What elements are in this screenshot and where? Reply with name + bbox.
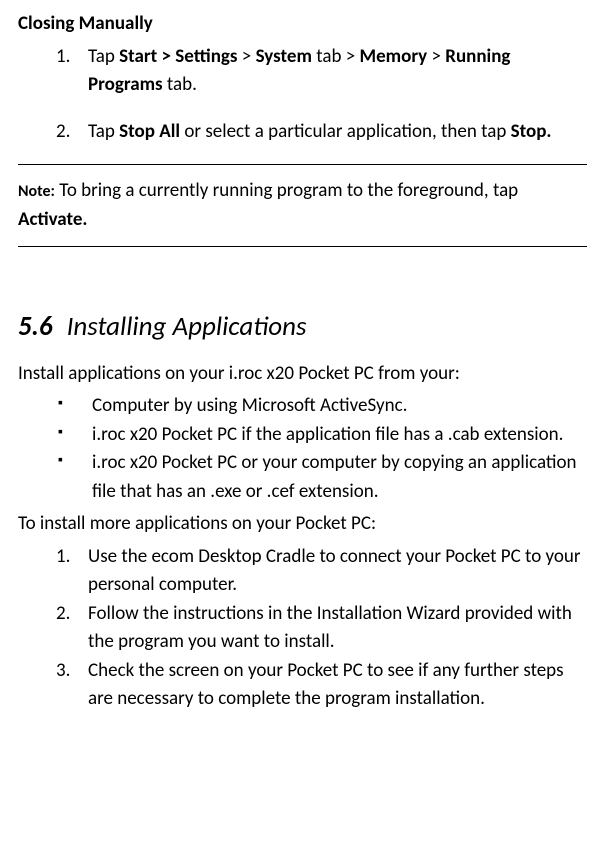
divider-top <box>18 164 587 165</box>
closing-steps-list: 1. Tap Start > Settings > System tab > Me… <box>56 43 587 147</box>
install-sources-list: Computer by using Microsoft ActiveSync.i… <box>56 392 587 506</box>
note-label: Note: <box>18 182 55 201</box>
text-run: To bring a currently running program to … <box>55 179 518 202</box>
list-item: 3. Check the screen on your Pocket PC to … <box>56 657 587 714</box>
text-run: or select a particular application, then… <box>180 120 511 143</box>
list-item: Computer by using Microsoft ActiveSync. <box>56 392 587 421</box>
text-run: > <box>238 45 256 68</box>
list-content: Follow the instructions in the Installat… <box>86 600 587 657</box>
list-content: Use the ecom Desktop Cradle to connect y… <box>86 543 587 600</box>
note-block: Note: To bring a currently running progr… <box>18 177 587 234</box>
section-intro: Install applications on your i.roc x20 P… <box>18 360 587 389</box>
text-run: Memory <box>360 45 428 68</box>
text-run: tab > <box>312 45 360 68</box>
text-run: System <box>256 45 312 68</box>
text-run: Stop. <box>511 120 552 143</box>
list-item: 2. Tap Stop All or select a particular ap… <box>56 118 587 147</box>
section-heading: 5.6 Installing Applications <box>18 307 587 348</box>
list-item: 1. Use the ecom Desktop Cradle to connect… <box>56 543 587 600</box>
text-run: tab. <box>163 73 197 96</box>
list-number: 2. <box>56 118 70 147</box>
install-follow-text: To install more applications on your Poc… <box>18 510 587 539</box>
list-item: 2. Follow the instructions in the Install… <box>56 600 587 657</box>
list-content: Tap Start > Settings > System tab > Memo… <box>86 43 587 100</box>
list-item: i.roc x20 Pocket PC if the application f… <box>56 421 587 450</box>
text-run: Tap <box>88 45 119 68</box>
section-number: 5.6 <box>18 310 53 343</box>
list-content: Check the screen on your Pocket PC to se… <box>86 657 587 714</box>
list-item: 1. Tap Start > Settings > System tab > Me… <box>56 43 587 100</box>
list-number: 1. <box>56 543 70 572</box>
note-text: To bring a currently running program to … <box>18 179 518 231</box>
list-item: i.roc x20 Pocket PC or your computer by … <box>56 449 587 506</box>
text-run: Stop All <box>119 120 180 143</box>
list-number: 1. <box>56 43 70 72</box>
list-number: 3. <box>56 657 70 686</box>
list-number: 2. <box>56 600 70 629</box>
section-title: Installing Applications <box>67 310 307 343</box>
list-content: i.roc x20 Pocket PC if the application f… <box>86 421 587 450</box>
text-run: Tap <box>88 120 119 143</box>
text-run: Start > Settings <box>119 45 237 68</box>
divider-bottom <box>18 246 587 247</box>
list-content: Tap Stop All or select a particular appl… <box>86 118 587 147</box>
text-run: Activate. <box>18 208 88 231</box>
list-content: Computer by using Microsoft ActiveSync. <box>86 392 587 421</box>
closing-heading: Closing Manually <box>18 10 587 39</box>
list-content: i.roc x20 Pocket PC or your computer by … <box>86 449 587 506</box>
text-run: > <box>427 45 445 68</box>
install-steps-list: 1. Use the ecom Desktop Cradle to connect… <box>56 543 587 714</box>
